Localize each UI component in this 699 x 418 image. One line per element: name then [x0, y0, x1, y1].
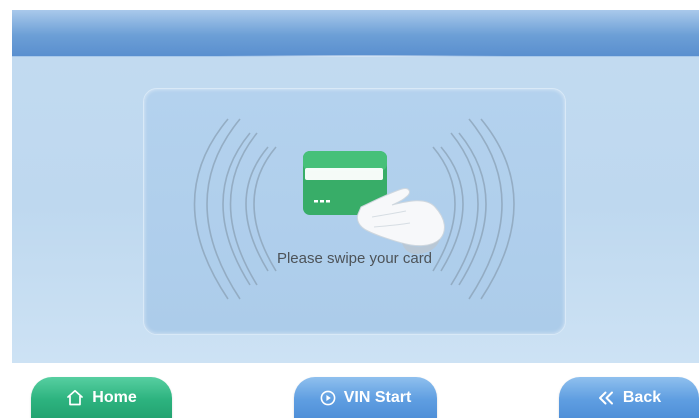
swipe-instruction-text: Please swipe your card — [276, 250, 433, 267]
play-circle-icon — [320, 390, 336, 406]
signal-waves-left — [193, 118, 277, 300]
double-chevron-left-icon — [597, 391, 615, 405]
header-glow — [212, 55, 512, 57]
home-button[interactable]: Home — [31, 377, 172, 418]
swipe-illustration — [193, 118, 515, 300]
back-button-label: Back — [622, 388, 662, 406]
header-bar — [12, 10, 699, 57]
vin-start-button[interactable]: VIN Start — [294, 377, 437, 418]
home-button-label: Home — [92, 388, 137, 406]
vin-start-button-label: VIN Start — [343, 388, 412, 406]
back-button[interactable]: Back — [559, 377, 699, 418]
signal-waves-right — [432, 118, 515, 300]
swipe-card-panel: Please swipe your card — [143, 88, 566, 335]
home-icon — [66, 389, 84, 406]
kiosk-screen: Please swipe your card — [12, 10, 699, 363]
